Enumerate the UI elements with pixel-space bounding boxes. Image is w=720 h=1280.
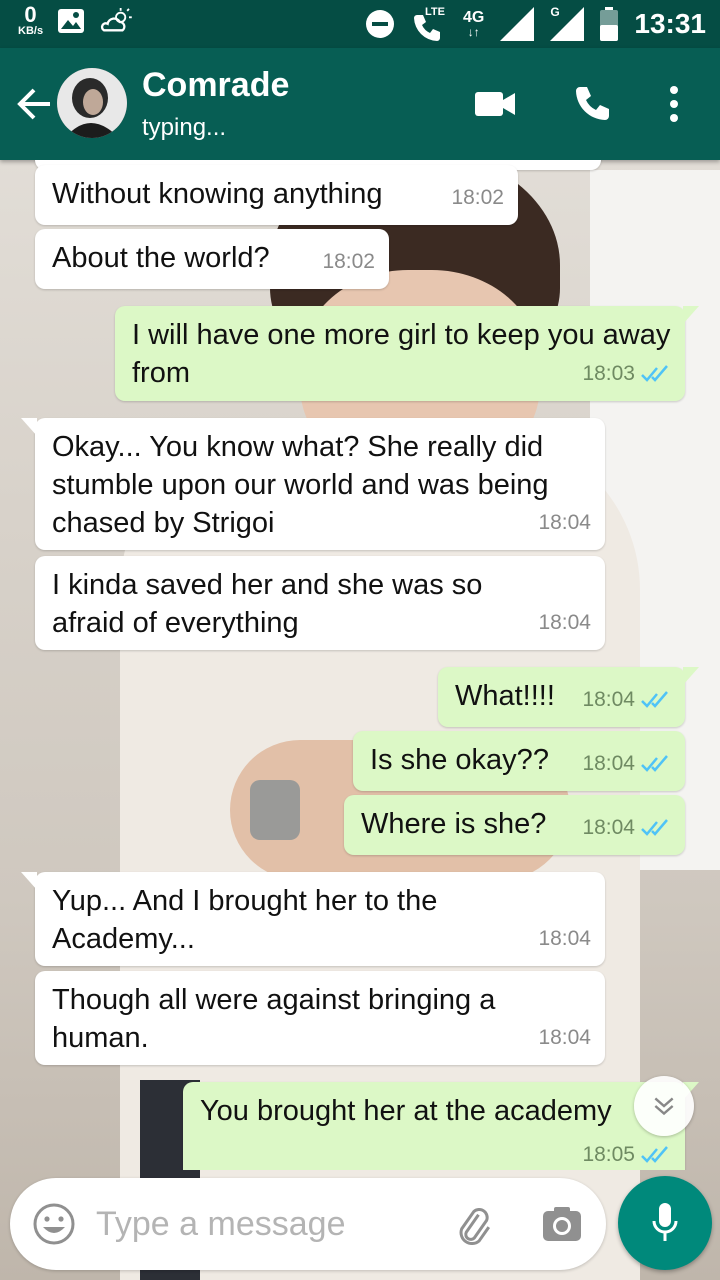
message-time: 18:03 [582,362,635,385]
message-bubble-outgoing[interactable]: What!!!! 18:04 [438,667,699,727]
message-bubble-outgoing[interactable]: I will have one more girl to keep you aw… [115,306,699,401]
message-time: 18:04 [582,816,635,839]
message-meta: 18:03 [582,355,671,393]
message-text: I kinda saved her and she was so afraid … [52,569,483,639]
read-receipt-icon [641,1146,668,1163]
message-bubble-incoming[interactable]: Though all were against bringing a human… [35,971,605,1065]
bubble-tail [683,306,699,324]
message-time: 18:04 [538,1026,591,1049]
message-meta: 18:04 [538,1019,591,1057]
do-not-disturb-icon [366,10,395,38]
message-meta: 18:04 [538,604,591,642]
mobile-data-indicator: 4G ↓↑ [463,9,485,39]
network-type-4g: 4G [463,9,485,26]
avatar-photo [57,68,127,138]
contact-avatar[interactable] [57,68,127,138]
message-text: Where is she? [361,808,547,840]
message-time: 18:02 [322,250,375,273]
battery-icon [600,7,619,41]
read-receipt-icon [641,755,668,772]
contact-name[interactable]: Comrade [142,66,289,105]
message-text: About the world? [52,242,270,274]
bubble-tail [683,667,699,685]
read-receipt-icon [641,819,668,836]
message-time: 18:04 [538,511,591,534]
double-chevron-down-icon [654,1097,674,1116]
signal-strength-g-icon: G [550,5,585,41]
message-meta: 18:04 [538,504,591,542]
message-time: 18:04 [582,752,635,775]
bubble-tail [21,872,37,890]
attachment-icon[interactable] [450,1202,494,1246]
message-time: 18:02 [451,186,504,209]
phone-signal-icon [414,15,441,41]
message-text: Yup... And I brought her to the Academy.… [52,885,438,955]
read-receipt-icon [641,365,668,382]
message-time: 18:04 [538,611,591,634]
message-text: What!!!! [455,680,555,712]
message-input[interactable] [96,1198,426,1250]
video-call-icon[interactable] [473,84,517,124]
emoji-icon[interactable] [32,1202,76,1246]
status-bar: 0 KB/s LTE 4G ↓↑ G 13:31 [0,0,720,48]
gallery-notification-icon [58,8,85,33]
microphone-icon [652,1203,678,1241]
message-bubble-incoming[interactable]: About the world? 18:02 [35,229,389,289]
message-bubble-incoming[interactable]: Yup... And I brought her to the Academy.… [21,872,605,966]
scroll-to-bottom-button[interactable] [634,1076,694,1136]
back-arrow-icon[interactable] [14,84,54,124]
message-meta: 18:02 [451,179,504,217]
read-receipt-icon [641,691,668,708]
message-composer [10,1178,606,1270]
message-bubble-incoming[interactable]: Without knowing anything 18:02 [35,165,518,225]
message-bubble-incoming[interactable]: Okay... You know what? She really did st… [21,418,605,550]
message-bubble-outgoing[interactable]: You brought her at the academy 18:05 [183,1082,699,1170]
message-text: Is she okay?? [370,744,549,776]
message-meta: 18:04 [582,745,671,783]
chat-header: Comrade typing... [0,48,720,160]
message-bubble-outgoing[interactable]: Is she okay?? 18:04 [353,731,685,791]
message-time: 18:05 [582,1143,635,1166]
network-type-g: G [550,5,560,19]
voice-message-button[interactable] [618,1176,712,1270]
message-meta: 18:05 [582,1136,671,1170]
message-time: 18:04 [538,927,591,950]
message-text: Okay... You know what? She really did st… [52,431,549,539]
voice-call-icon[interactable] [570,84,614,124]
more-options-icon[interactable] [668,84,680,124]
message-meta: 18:04 [538,920,591,958]
contact-status: typing... [142,114,227,141]
message-text: Without knowing anything [52,178,383,210]
message-time: 18:04 [582,688,635,711]
network-speed: 0 KB/s [18,4,43,37]
bubble-tail [21,418,37,436]
message-list[interactable]: Without knowing anything 18:02 About the… [0,160,720,1170]
camera-icon[interactable] [540,1202,584,1246]
network-speed-value: 0 [24,2,37,27]
message-meta: 18:02 [322,243,375,281]
message-text: You brought her at the academy [200,1095,612,1127]
clock: 13:31 [634,8,706,39]
message-meta: 18:04 [582,809,671,847]
message-bubble-outgoing[interactable]: Where is she? 18:04 [344,795,685,855]
signal-strength-icon [500,7,535,41]
volte-call-icon: LTE [411,6,447,42]
message-bubble-incoming[interactable]: I kinda saved her and she was so afraid … [35,556,605,650]
message-meta: 18:04 [582,681,671,719]
network-speed-unit: KB/s [18,25,44,37]
weather-notification-icon [100,7,132,31]
message-text: Though all were against bringing a human… [52,984,496,1054]
